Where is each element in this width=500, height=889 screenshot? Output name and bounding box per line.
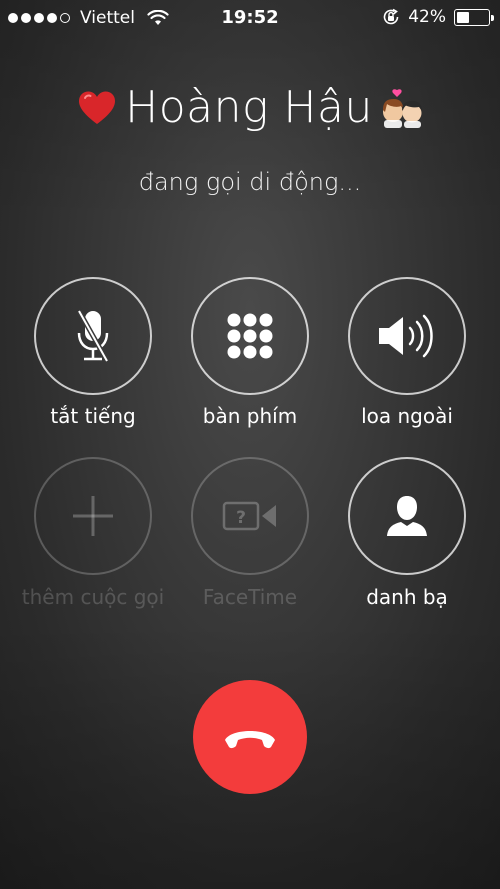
- plus-icon: [73, 496, 113, 536]
- keypad-label: bàn phím: [202, 404, 298, 428]
- battery-icon: [454, 8, 494, 26]
- end-call-button[interactable]: [193, 680, 307, 794]
- facetime-icon: ?: [222, 501, 276, 531]
- mic-off-icon: [76, 309, 110, 363]
- add-call-button[interactable]: [34, 457, 152, 575]
- caller-name: Hoàng Hậu: [125, 82, 373, 133]
- couple-kiss-icon: [382, 88, 422, 128]
- speaker-label: loa ngoài: [361, 404, 453, 428]
- facetime-button[interactable]: ?: [191, 457, 309, 575]
- status-bar: Viettel 19:52 42%: [0, 0, 500, 34]
- caller-name-row: Hoàng Hậu: [0, 82, 500, 133]
- add-call-label: thêm cuộc gọi: [21, 585, 165, 609]
- mute-button[interactable]: [34, 277, 152, 395]
- battery-level: [457, 11, 469, 23]
- speaker-icon: [379, 314, 433, 358]
- status-right: 42%: [382, 7, 494, 27]
- keypad-button[interactable]: [191, 277, 309, 395]
- contacts-label: danh bạ: [366, 585, 448, 609]
- heart-icon: [79, 91, 116, 124]
- battery-percent: 42%: [408, 7, 446, 27]
- speaker-button[interactable]: [348, 277, 466, 395]
- svg-text:?: ?: [236, 508, 246, 528]
- keypad-icon: [227, 313, 273, 359]
- contact-icon: [387, 496, 427, 536]
- end-call-icon: [225, 731, 275, 749]
- contacts-button[interactable]: [348, 457, 466, 575]
- call-status: đang gọi di động...: [138, 168, 362, 196]
- mute-label: tắt tiếng: [50, 404, 136, 428]
- facetime-label: FaceTime: [202, 585, 298, 609]
- rotation-lock-icon: [383, 8, 399, 25]
